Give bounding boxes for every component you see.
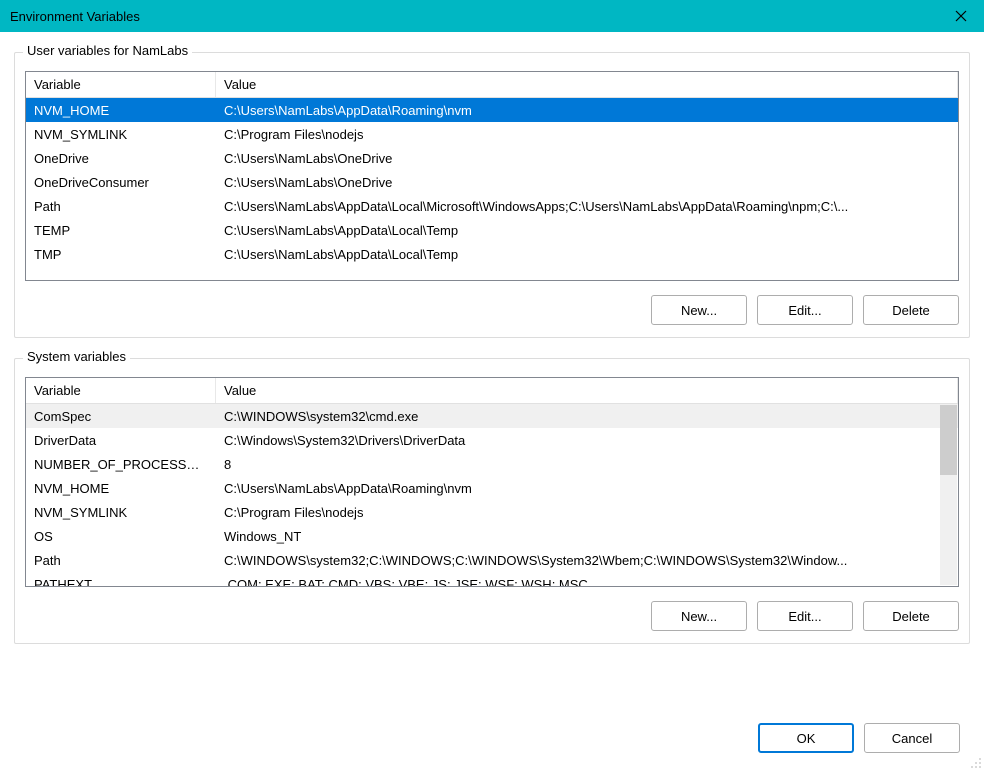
cell-variable: NVM_SYMLINK xyxy=(26,503,216,522)
table-row[interactable]: PATHEXT.COM;.EXE;.BAT;.CMD;.VBS;.VBE;.JS… xyxy=(26,572,958,587)
system-variables-table[interactable]: Variable Value ComSpecC:\WINDOWS\system3… xyxy=(25,377,959,587)
system-button-row: New... Edit... Delete xyxy=(25,601,959,631)
ok-button[interactable]: OK xyxy=(758,723,854,753)
system-scrollbar[interactable] xyxy=(940,405,957,585)
user-variables-legend: User variables for NamLabs xyxy=(23,43,192,58)
table-row[interactable]: ComSpecC:\WINDOWS\system32\cmd.exe xyxy=(26,404,958,428)
user-variables-group: User variables for NamLabs Variable Valu… xyxy=(14,52,970,338)
system-header-variable[interactable]: Variable xyxy=(26,378,216,403)
cancel-button[interactable]: Cancel xyxy=(864,723,960,753)
table-row[interactable]: NVM_HOMEC:\Users\NamLabs\AppData\Roaming… xyxy=(26,476,958,500)
cell-variable: OneDrive xyxy=(26,149,216,168)
dialog-footer: OK Cancel xyxy=(0,713,984,771)
table-row[interactable]: PathC:\WINDOWS\system32;C:\WINDOWS;C:\WI… xyxy=(26,548,958,572)
resize-grip-icon[interactable] xyxy=(968,755,982,769)
table-row[interactable]: OSWindows_NT xyxy=(26,524,958,548)
cell-value: C:\Users\NamLabs\OneDrive xyxy=(216,149,958,168)
window-title: Environment Variables xyxy=(10,9,140,24)
cell-variable: ComSpec xyxy=(26,407,216,426)
table-row[interactable]: NVM_HOMEC:\Users\NamLabs\AppData\Roaming… xyxy=(26,98,958,122)
user-new-button[interactable]: New... xyxy=(651,295,747,325)
table-row[interactable]: OneDriveC:\Users\NamLabs\OneDrive xyxy=(26,146,958,170)
table-row[interactable]: NVM_SYMLINKC:\Program Files\nodejs xyxy=(26,500,958,524)
system-table-headers: Variable Value xyxy=(26,378,958,404)
system-variables-group: System variables Variable Value ComSpecC… xyxy=(14,358,970,644)
cell-variable: NVM_SYMLINK xyxy=(26,125,216,144)
cell-value: C:\Users\NamLabs\AppData\Roaming\nvm xyxy=(216,101,958,120)
cell-value: C:\WINDOWS\system32;C:\WINDOWS;C:\WINDOW… xyxy=(216,551,958,570)
titlebar: Environment Variables xyxy=(0,0,984,32)
table-row[interactable]: TEMPC:\Users\NamLabs\AppData\Local\Temp xyxy=(26,218,958,242)
cell-value: C:\Users\NamLabs\AppData\Local\Temp xyxy=(216,221,958,240)
system-delete-button[interactable]: Delete xyxy=(863,601,959,631)
user-button-row: New... Edit... Delete xyxy=(25,295,959,325)
cell-value: C:\Users\NamLabs\AppData\Local\Temp xyxy=(216,245,958,264)
user-header-value[interactable]: Value xyxy=(216,72,958,97)
cell-variable: DriverData xyxy=(26,431,216,450)
system-new-button[interactable]: New... xyxy=(651,601,747,631)
cell-variable: NUMBER_OF_PROCESSORS xyxy=(26,455,216,474)
user-variables-table[interactable]: Variable Value NVM_HOMEC:\Users\NamLabs\… xyxy=(25,71,959,281)
cell-value: C:\WINDOWS\system32\cmd.exe xyxy=(216,407,958,426)
table-row[interactable]: PathC:\Users\NamLabs\AppData\Local\Micro… xyxy=(26,194,958,218)
cell-variable: TEMP xyxy=(26,221,216,240)
cell-value: C:\Users\NamLabs\OneDrive xyxy=(216,173,958,192)
close-icon xyxy=(955,10,967,22)
cell-variable: Path xyxy=(26,551,216,570)
cell-variable: NVM_HOME xyxy=(26,101,216,120)
cell-value: C:\Users\NamLabs\AppData\Roaming\nvm xyxy=(216,479,958,498)
user-edit-button[interactable]: Edit... xyxy=(757,295,853,325)
cell-variable: NVM_HOME xyxy=(26,479,216,498)
cell-value: C:\Program Files\nodejs xyxy=(216,503,958,522)
cell-variable: OS xyxy=(26,527,216,546)
cell-value: C:\Users\NamLabs\AppData\Local\Microsoft… xyxy=(216,197,958,216)
system-table-rows: ComSpecC:\WINDOWS\system32\cmd.exeDriver… xyxy=(26,404,958,587)
cell-variable: OneDriveConsumer xyxy=(26,173,216,192)
system-header-value[interactable]: Value xyxy=(216,378,958,403)
cell-value: .COM;.EXE;.BAT;.CMD;.VBS;.VBE;.JS;.JSE;.… xyxy=(216,575,958,588)
close-button[interactable] xyxy=(938,0,984,32)
table-row[interactable]: OneDriveConsumerC:\Users\NamLabs\OneDriv… xyxy=(26,170,958,194)
system-variables-legend: System variables xyxy=(23,349,130,364)
user-table-rows: NVM_HOMEC:\Users\NamLabs\AppData\Roaming… xyxy=(26,98,958,266)
user-table-headers: Variable Value xyxy=(26,72,958,98)
user-delete-button[interactable]: Delete xyxy=(863,295,959,325)
table-row[interactable]: TMPC:\Users\NamLabs\AppData\Local\Temp xyxy=(26,242,958,266)
cell-variable: Path xyxy=(26,197,216,216)
table-row[interactable]: NUMBER_OF_PROCESSORS8 xyxy=(26,452,958,476)
table-row[interactable]: DriverDataC:\Windows\System32\Drivers\Dr… xyxy=(26,428,958,452)
table-row[interactable]: NVM_SYMLINKC:\Program Files\nodejs xyxy=(26,122,958,146)
cell-variable: PATHEXT xyxy=(26,575,216,588)
cell-value: C:\Windows\System32\Drivers\DriverData xyxy=(216,431,958,450)
system-edit-button[interactable]: Edit... xyxy=(757,601,853,631)
scrollbar-thumb[interactable] xyxy=(940,405,957,475)
cell-variable: TMP xyxy=(26,245,216,264)
cell-value: C:\Program Files\nodejs xyxy=(216,125,958,144)
user-header-variable[interactable]: Variable xyxy=(26,72,216,97)
cell-value: Windows_NT xyxy=(216,527,958,546)
cell-value: 8 xyxy=(216,455,958,474)
dialog-content: User variables for NamLabs Variable Valu… xyxy=(0,32,984,713)
